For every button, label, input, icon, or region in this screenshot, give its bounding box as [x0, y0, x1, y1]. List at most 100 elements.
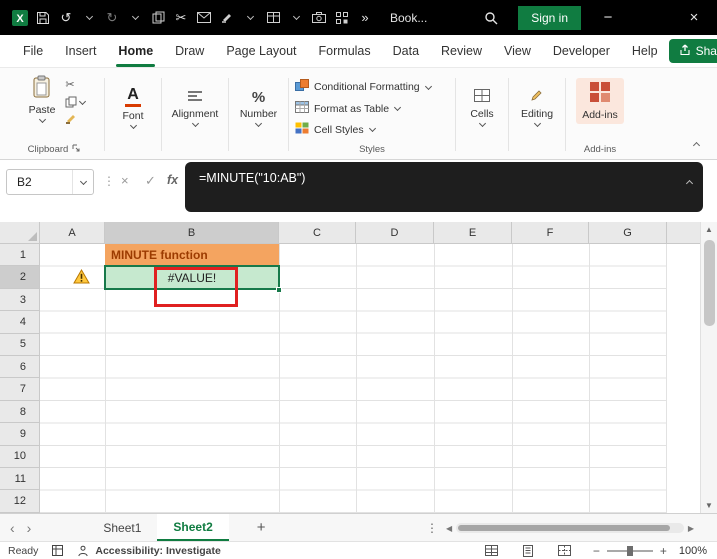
next-sheet-icon[interactable]: ›	[27, 520, 32, 536]
row-header-7[interactable]: 7	[0, 378, 40, 401]
row-header-6[interactable]: 6	[0, 356, 40, 379]
cell-b1[interactable]: MINUTE function	[105, 244, 279, 267]
page-break-view-icon[interactable]	[557, 545, 571, 556]
zoom-in-icon[interactable]: +	[660, 544, 667, 558]
row-header-8[interactable]: 8	[0, 400, 40, 424]
tab-draw[interactable]: Draw	[164, 35, 215, 67]
share-button[interactable]: Share	[668, 39, 717, 63]
vertical-scrollbar-thumb[interactable]	[703, 240, 715, 326]
name-box-dropdown-icon[interactable]	[72, 170, 93, 194]
zoom-level[interactable]: 100%	[679, 545, 707, 557]
tab-developer[interactable]: Developer	[542, 35, 621, 67]
tab-file[interactable]: File	[12, 35, 54, 67]
excel-logo-icon[interactable]: X	[10, 5, 30, 31]
row-header-10[interactable]: 10	[0, 445, 40, 469]
tab-page-layout[interactable]: Page Layout	[215, 35, 307, 67]
add-sheet-button[interactable]: +	[245, 514, 278, 541]
vertical-scrollbar[interactable]: ▲ ▼	[700, 222, 717, 513]
cut-icon[interactable]: ✂	[171, 5, 191, 31]
error-warning-icon[interactable]	[73, 268, 90, 287]
column-header-f[interactable]: F	[512, 222, 589, 244]
camera-icon[interactable]	[309, 5, 329, 31]
tab-home[interactable]: Home	[107, 35, 164, 67]
cells-area[interactable]: MINUTE function #VALUE!	[40, 244, 667, 513]
select-all-corner[interactable]	[0, 222, 40, 244]
minimize-button[interactable]: −	[597, 9, 619, 26]
paint-icon[interactable]	[217, 5, 237, 31]
page-layout-view-icon[interactable]	[522, 544, 534, 557]
redo-icon[interactable]: ↻	[102, 5, 122, 31]
tab-insert[interactable]: Insert	[54, 35, 107, 67]
overflow-icon[interactable]: »	[355, 5, 375, 31]
paint-dropdown-icon[interactable]	[240, 5, 260, 31]
column-header-b[interactable]: B	[105, 222, 279, 244]
clipboard-dialog-launcher-icon[interactable]	[72, 144, 80, 155]
sheet-menu-dots-icon[interactable]: ⋮	[426, 514, 438, 542]
row-header-2[interactable]: 2	[0, 266, 40, 289]
enter-icon[interactable]: ✓	[145, 173, 156, 189]
row-header-3[interactable]: 3	[0, 288, 40, 312]
tab-formulas[interactable]: Formulas	[308, 35, 382, 67]
row-header-1[interactable]: 1	[0, 244, 40, 267]
undo-icon[interactable]: ↺	[56, 5, 76, 31]
font-button[interactable]: A Font	[116, 84, 149, 131]
sheet-tab-sheet2[interactable]: Sheet2	[157, 514, 229, 541]
search-icon[interactable]	[481, 5, 501, 31]
editing-button[interactable]: Editing	[515, 86, 559, 129]
addins-button[interactable]: Add-ins	[576, 78, 624, 124]
workbook-name[interactable]: Book...	[390, 11, 427, 25]
macro-record-icon[interactable]	[52, 545, 64, 556]
tab-data[interactable]: Data	[382, 35, 430, 67]
column-header-e[interactable]: E	[434, 222, 512, 244]
tab-review[interactable]: Review	[430, 35, 493, 67]
row-header-11[interactable]: 11	[0, 468, 40, 491]
column-header-c[interactable]: C	[279, 222, 356, 244]
formula-bar-collapse-icon[interactable]	[685, 175, 694, 189]
fill-handle[interactable]	[276, 287, 282, 293]
copy-icon[interactable]	[148, 5, 168, 31]
normal-view-icon[interactable]	[484, 545, 498, 556]
sheet-tab-sheet1[interactable]: Sheet1	[87, 514, 157, 541]
cancel-icon[interactable]: ×	[121, 173, 129, 188]
name-box[interactable]: B2	[6, 169, 94, 195]
insert-function-icon[interactable]: fx	[167, 173, 178, 187]
zoom-out-icon[interactable]: −	[593, 544, 600, 558]
column-header-d[interactable]: D	[356, 222, 434, 244]
zoom-slider-thumb[interactable]	[626, 545, 633, 556]
close-button[interactable]: ×	[683, 9, 705, 26]
accessibility-status[interactable]: Accessibility: Investigate	[95, 545, 220, 557]
row-header-5[interactable]: 5	[0, 333, 40, 357]
tab-view[interactable]: View	[493, 35, 542, 67]
tab-help[interactable]: Help	[621, 35, 669, 67]
paste-button[interactable]: Paste	[23, 72, 62, 125]
qr-icon[interactable]	[332, 5, 352, 31]
alignment-button[interactable]: Alignment	[166, 87, 225, 129]
cut-icon[interactable]: ✂	[65, 78, 74, 91]
scroll-up-icon[interactable]: ▲	[701, 222, 717, 237]
scroll-down-icon[interactable]: ▼	[701, 498, 717, 513]
sign-in-button[interactable]: Sign in	[518, 5, 581, 30]
cells-button[interactable]: Cells	[464, 86, 499, 129]
number-button[interactable]: % Number	[234, 87, 283, 129]
cell-styles-button[interactable]: Cell Styles	[291, 119, 453, 140]
horizontal-scrollbar-thumb[interactable]	[458, 525, 670, 531]
formula-bar-dots-icon[interactable]: ⋮	[103, 174, 115, 188]
copy-icon[interactable]	[65, 96, 87, 108]
format-as-table-button[interactable]: Format as Table	[291, 98, 453, 119]
undo-dropdown-icon[interactable]	[79, 5, 99, 31]
formula-input[interactable]: =MINUTE("10:AB")	[185, 162, 703, 212]
column-header-a[interactable]: A	[40, 222, 105, 244]
column-header-g[interactable]: G	[589, 222, 667, 244]
accessibility-icon[interactable]	[77, 545, 89, 557]
collapse-ribbon-icon[interactable]	[692, 137, 701, 151]
table-dropdown-icon[interactable]	[286, 5, 306, 31]
horizontal-scrollbar[interactable]: ◀ ▶	[446, 521, 694, 535]
scroll-left-icon[interactable]: ◀	[446, 524, 452, 533]
horizontal-scrollbar-track[interactable]	[456, 523, 684, 533]
table-icon[interactable]	[263, 5, 283, 31]
zoom-slider[interactable]	[606, 545, 653, 556]
conditional-formatting-button[interactable]: Conditional Formatting	[291, 76, 453, 98]
save-icon[interactable]	[33, 5, 53, 31]
format-painter-icon[interactable]	[65, 113, 77, 125]
redo-dropdown-icon[interactable]	[125, 5, 145, 31]
